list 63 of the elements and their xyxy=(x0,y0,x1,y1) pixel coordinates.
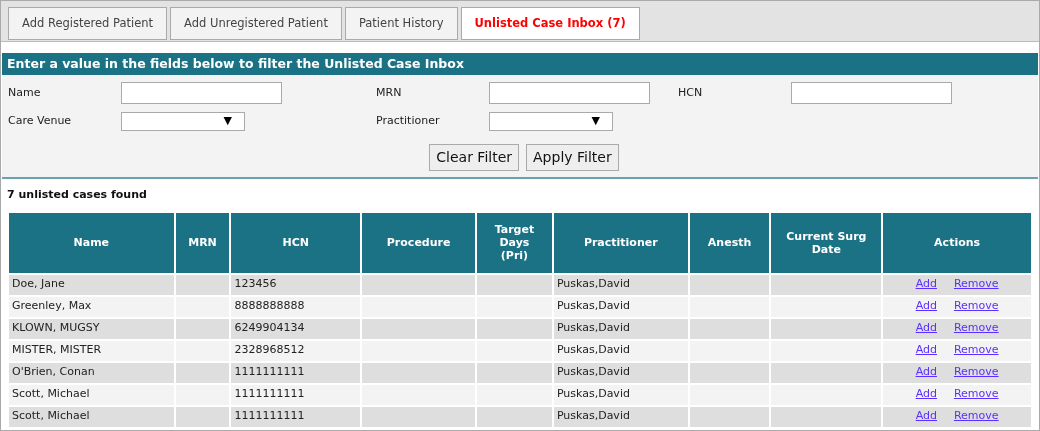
table-cell: MISTER, MISTER xyxy=(8,339,175,362)
table-cell: Puskas,David xyxy=(552,361,689,384)
column-header: Procedure xyxy=(361,211,477,274)
table-cell: 8888888888 xyxy=(230,295,362,318)
table-cell: Puskas,David xyxy=(552,295,689,318)
filter-button[interactable]: Clear Filter xyxy=(429,144,520,171)
field-label: Care Venue xyxy=(8,113,73,130)
table-cell: Puskas,David xyxy=(552,383,689,406)
table-cell: Greenley, Max xyxy=(8,295,175,318)
table-cell: Puskas,David xyxy=(552,339,689,362)
tab[interactable]: Add Unregistered Patient xyxy=(170,7,342,40)
table-cell: Puskas,David xyxy=(552,405,689,428)
input-field[interactable] xyxy=(121,82,282,104)
tab[interactable]: Unlisted Case Inbox (7) xyxy=(460,7,640,40)
action-link[interactable]: Add xyxy=(915,298,937,315)
table-cell: Doe, Jane xyxy=(8,273,175,296)
action-link[interactable]: Add xyxy=(915,320,937,337)
action-link[interactable]: Remove xyxy=(953,320,999,337)
table-cell: 1111111111 xyxy=(230,383,362,406)
action-link[interactable]: Add xyxy=(915,276,937,293)
action-link[interactable]: Add xyxy=(915,386,937,403)
action-link[interactable]: Remove xyxy=(953,386,999,403)
table-cell xyxy=(174,405,231,428)
column-header: Current Surg Date xyxy=(770,211,883,274)
table-cell: 6249904134 xyxy=(230,317,362,340)
dropdown[interactable]: ▼ xyxy=(121,112,245,131)
column-header: Target Days (Pri) xyxy=(476,211,553,274)
input-field[interactable] xyxy=(791,82,952,104)
table-cell: KLOWN, MUGSY xyxy=(8,317,175,340)
table-cell: Puskas,David xyxy=(552,317,689,340)
action-link[interactable]: Add xyxy=(915,408,937,425)
table-cell: 1111111111 xyxy=(230,361,362,384)
tab[interactable]: Add Registered Patient xyxy=(8,7,168,40)
table-cell: Scott, Michael xyxy=(8,383,175,406)
action-link[interactable]: Add xyxy=(915,364,937,381)
field-label: Name xyxy=(8,84,42,101)
action-link[interactable]: Add xyxy=(915,342,937,359)
column-header: Practitioner xyxy=(552,211,689,274)
column-header: MRN xyxy=(174,211,231,274)
tab[interactable]: Patient History xyxy=(344,7,458,40)
action-link[interactable]: Remove xyxy=(953,342,999,359)
field-label: HCN xyxy=(678,84,704,101)
table-cell: 123456 xyxy=(230,273,362,296)
action-link[interactable]: Remove xyxy=(953,364,999,381)
input-field[interactable] xyxy=(489,82,650,104)
table-cell: 1111111111 xyxy=(230,405,362,428)
table-cell: 2328968512 xyxy=(230,339,362,362)
column-header: Name xyxy=(8,211,175,274)
filter-header: Enter a value in the fields below to filter the Unlisted Case Inbox xyxy=(2,53,1038,75)
column-header: Actions xyxy=(882,211,1032,274)
column-header: HCN xyxy=(230,211,362,274)
table-cell: O'Brien, Conan xyxy=(8,361,175,384)
field-label: Practitioner xyxy=(376,113,441,130)
column-header: Anesth xyxy=(688,211,771,274)
table-cell: Puskas,David xyxy=(552,273,689,296)
table-cell: Scott, Michael xyxy=(8,405,175,428)
action-link[interactable]: Remove xyxy=(953,276,999,293)
filter-button[interactable]: Apply Filter xyxy=(526,144,619,171)
action-link[interactable]: Remove xyxy=(953,298,999,315)
dropdown[interactable]: ▼ xyxy=(489,112,613,131)
result-count: 7 unlisted cases found xyxy=(6,187,148,203)
field-label: MRN xyxy=(376,84,403,101)
action-link[interactable]: Remove xyxy=(953,408,999,425)
